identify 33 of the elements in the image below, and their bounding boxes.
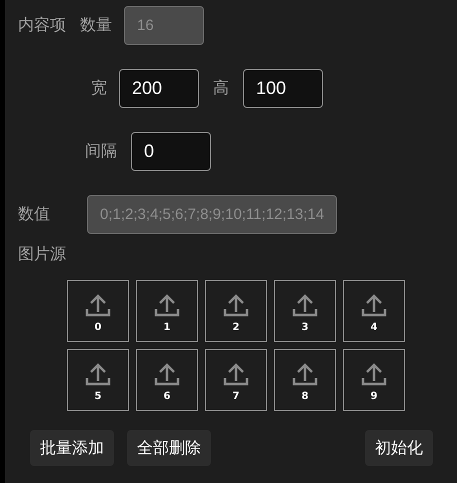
upload-tile[interactable]: 4 (343, 280, 405, 342)
upload-icon (292, 292, 318, 318)
action-button[interactable]: 初始化 (365, 430, 433, 466)
upload-tile[interactable]: 7 (205, 349, 267, 411)
field-label: 宽 (91, 78, 107, 99)
field-label: 高 (213, 78, 229, 99)
upload-tile[interactable]: 6 (136, 349, 198, 411)
upload-icon (154, 361, 180, 387)
upload-tile[interactable]: 0 (67, 280, 129, 342)
action-button[interactable]: 全部删除 (127, 430, 211, 466)
upload-icon (85, 292, 111, 318)
upload-tile[interactable]: 5 (67, 349, 129, 411)
field-label: 间隔 (85, 141, 117, 162)
upload-icon (85, 361, 111, 387)
field-label: 数量 (80, 15, 112, 36)
upload-icon (361, 361, 387, 387)
input-field[interactable]: 0 (131, 132, 211, 171)
upload-icon (292, 361, 318, 387)
upload-icon (154, 292, 180, 318)
upload-icon (223, 361, 249, 387)
field-label: 数值 (18, 204, 50, 225)
upload-tile[interactable]: 3 (274, 280, 336, 342)
upload-icon (361, 292, 387, 318)
upload-tile[interactable]: 9 (343, 349, 405, 411)
upload-tile[interactable]: 2 (205, 280, 267, 342)
section-label: 内容项 (18, 15, 66, 36)
input-field[interactable]: 200 (119, 69, 199, 108)
upload-tile[interactable]: 8 (274, 349, 336, 411)
section-label: 图片源 (18, 244, 66, 263)
input-field[interactable]: 100 (243, 69, 323, 108)
upload-tile[interactable]: 1 (136, 280, 198, 342)
upload-icon (223, 292, 249, 318)
action-button[interactable]: 批量添加 (30, 430, 114, 466)
